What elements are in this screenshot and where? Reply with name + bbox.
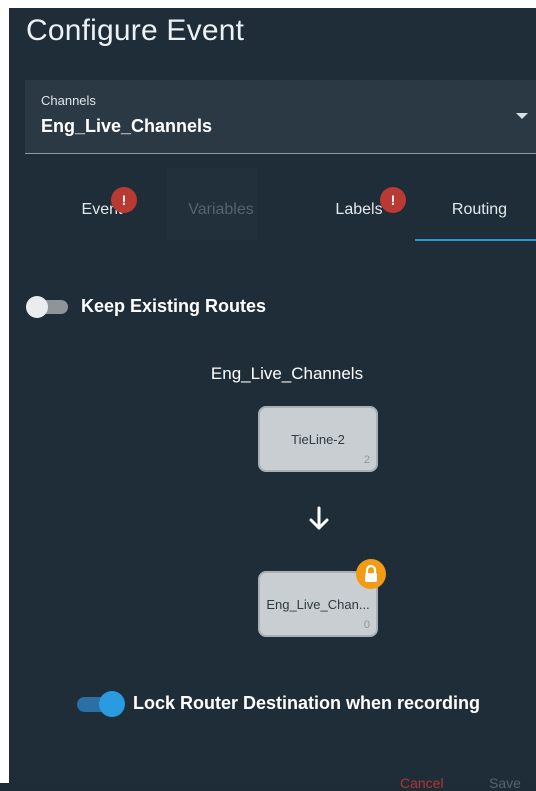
configure-event-dialog: Configure Event Channels Eng_Live_Channe… xyxy=(9,8,536,791)
channels-select-value: Eng_Live_Channels xyxy=(41,116,213,136)
lock-icon xyxy=(356,559,386,589)
arrow-down-icon xyxy=(309,506,329,530)
lock-router-destination-label: Lock Router Destination when recording xyxy=(133,693,481,713)
event-error-badge: ! xyxy=(111,187,137,213)
dialog-title: Configure Event xyxy=(26,14,245,47)
toggle-knob xyxy=(99,691,125,717)
tab-bar: Event Variables Labels Routing xyxy=(25,178,536,242)
labels-error-badge: ! xyxy=(380,187,406,213)
tab-event[interactable]: Event xyxy=(47,178,157,242)
save-button[interactable]: Save xyxy=(489,775,521,791)
destination-node-count: 0 xyxy=(363,619,370,631)
channels-select-label: Channels xyxy=(41,93,96,108)
channels-select[interactable]: Channels Eng_Live_Channels xyxy=(25,80,536,154)
routing-channel-name: Eng_Live_Channels xyxy=(210,364,364,383)
toggle-knob xyxy=(26,296,48,318)
window-frame-top xyxy=(0,0,536,8)
keep-existing-routes-label: Keep Existing Routes xyxy=(81,296,267,316)
lock-router-destination-toggle[interactable] xyxy=(77,691,125,717)
keep-existing-routes-toggle[interactable] xyxy=(26,296,70,318)
window-frame-left xyxy=(0,0,9,783)
tab-routing[interactable]: Routing xyxy=(415,178,536,242)
source-node-name: TieLine-2 xyxy=(291,432,345,447)
tab-variables[interactable]: Variables xyxy=(171,178,271,242)
source-node-count: 2 xyxy=(363,454,370,466)
active-tab-indicator xyxy=(415,239,536,241)
cancel-button[interactable]: Cancel xyxy=(400,775,444,791)
destination-node-name: Eng_Live_Chan... xyxy=(266,597,370,612)
source-node[interactable]: TieLine-2 2 xyxy=(258,406,378,472)
caret-down-icon[interactable] xyxy=(516,113,528,119)
